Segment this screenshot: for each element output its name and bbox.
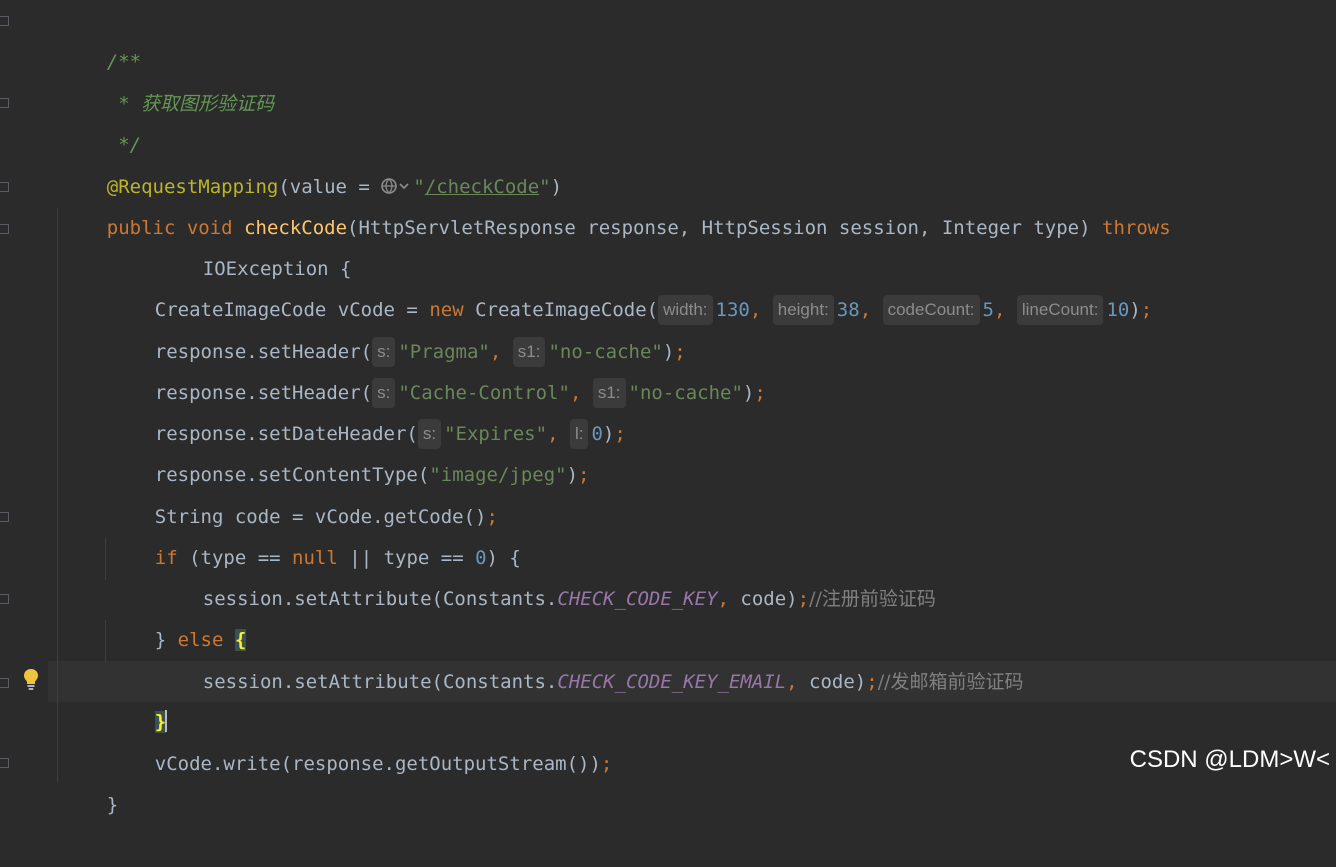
- param-hint: lineCount:: [1016, 295, 1104, 325]
- number-literal: 0: [591, 423, 603, 445]
- code-line: CreateImageCode vCode = new CreateImageC…: [109, 249, 1152, 325]
- fold-marker-icon[interactable]: [0, 16, 9, 26]
- fold-marker-icon[interactable]: [0, 594, 9, 604]
- code-line: response.setDateHeader(s: "Expires", l: 0)…: [109, 373, 626, 449]
- constant: CHECK_CODE_KEY_EMAIL: [557, 671, 787, 693]
- number-literal: 130: [715, 299, 750, 321]
- fold-marker-icon[interactable]: [0, 224, 9, 234]
- code-line: } else {: [109, 579, 247, 651]
- editor-gutter: [0, 0, 48, 782]
- code-line: }: [61, 744, 118, 816]
- param-hint: codeCount:: [882, 295, 980, 325]
- fold-marker-icon[interactable]: [0, 98, 9, 108]
- line-comment: //注册前验证码: [809, 588, 936, 610]
- code-line: response.setContentType("image/jpeg");: [154, 464, 590, 486]
- number-literal: 38: [836, 299, 860, 321]
- code-line: session.setAttribute(Constants.CHECK_COD…: [202, 588, 936, 610]
- watermark: CSDN @LDM>W<: [1129, 746, 1330, 773]
- code-line: response.setHeader(s: "Cache-Control", s1…: [109, 332, 766, 408]
- string-literal: "no-cache": [628, 382, 743, 404]
- code-line: session.setAttribute(Constants.CHECK_COD…: [202, 671, 1024, 693]
- indent-guide: [105, 538, 106, 580]
- fold-marker-icon[interactable]: [0, 758, 9, 768]
- method-params: (HttpServletResponse response, HttpSessi…: [347, 217, 1103, 239]
- code-line: public void checkCode(HttpServletRespons…: [61, 167, 1171, 239]
- code-line: response.setHeader(s: "Pragma", s1: "no-ca…: [109, 291, 686, 367]
- fold-marker-icon[interactable]: [0, 512, 9, 522]
- lightbulb-icon[interactable]: [22, 667, 40, 691]
- line-comment: //发邮箱前验证码: [877, 671, 1024, 693]
- code-line[interactable]: }: [109, 661, 168, 733]
- code-line: /**: [61, 1, 141, 73]
- code-line: IOException {: [157, 208, 352, 280]
- code-line: if (type == null || type == 0) {: [109, 497, 521, 569]
- statement: vCode.write(response.getOutputStream()): [154, 753, 601, 775]
- fold-marker-icon[interactable]: [0, 182, 9, 192]
- keyword: throws: [1102, 217, 1171, 239]
- indent-guide: [57, 208, 58, 782]
- code-line: String code = vCode.getCode();: [154, 506, 498, 528]
- number-literal: 10: [1106, 299, 1130, 321]
- indent-guide: [105, 620, 106, 662]
- code-line: @RequestMapping(value = "/checkCode"): [61, 126, 562, 198]
- method-args: code): [728, 588, 798, 610]
- code-line: * 获取图形验证码: [61, 43, 274, 115]
- method-args: code): [797, 671, 867, 693]
- constant: CHECK_CODE_KEY: [557, 588, 718, 610]
- fold-marker-icon[interactable]: [0, 678, 9, 688]
- method-call: session.setAttribute(Constants.: [202, 588, 558, 610]
- method-call: session.setAttribute(Constants.: [202, 671, 558, 693]
- code-line: */: [61, 84, 141, 156]
- brace: }: [106, 794, 119, 816]
- number-literal: 5: [982, 299, 994, 321]
- code-editor[interactable]: /** * 获取图形验证码 */ @RequestMapping(value =…: [0, 0, 1336, 816]
- param-hint: height:: [772, 295, 834, 325]
- code-line: vCode.write(response.getOutputStream());: [154, 753, 613, 775]
